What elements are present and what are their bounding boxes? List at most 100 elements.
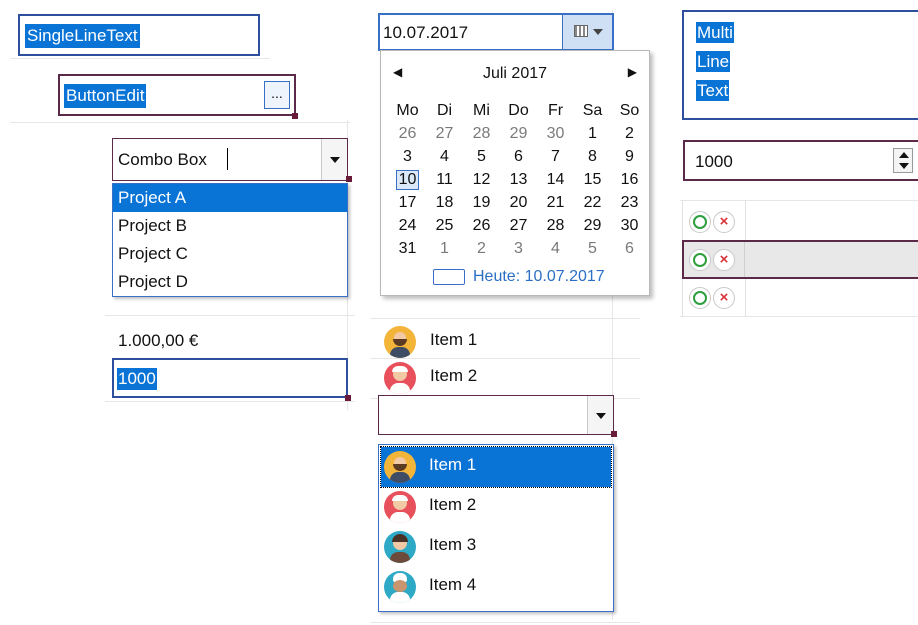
calendar-day[interactable]: 1 <box>426 237 463 260</box>
weekday-label: Mi <box>473 101 490 119</box>
calendar-day[interactable]: 4 <box>537 237 574 260</box>
calendar-day[interactable]: 29 <box>574 214 611 237</box>
numeric-value: 1000 <box>695 152 733 171</box>
numeric-spinner[interactable]: 1000 <box>683 140 918 181</box>
calendar-day[interactable]: 28 <box>463 122 500 145</box>
calendar-day[interactable]: 3 <box>389 145 426 168</box>
item-combo-box[interactable] <box>378 395 614 435</box>
multiline-text-input[interactable]: Multi Line Text <box>682 10 918 120</box>
calendar-day[interactable]: 27 <box>426 122 463 145</box>
combo-option[interactable]: Project A <box>113 184 347 212</box>
calendar-day[interactable]: 12 <box>463 168 500 191</box>
ellipsis-label: ... <box>271 85 283 101</box>
calendar-day[interactable]: 2 <box>611 122 648 145</box>
calendar-day[interactable]: 9 <box>611 145 648 168</box>
calendar-day[interactable]: 21 <box>537 191 574 214</box>
calendar-day[interactable]: 6 <box>500 145 537 168</box>
calendar-day[interactable]: 27 <box>500 214 537 237</box>
chevron-down-icon <box>593 29 603 35</box>
calendar-day[interactable]: 26 <box>463 214 500 237</box>
reject-toggle-icon[interactable]: × <box>713 249 735 271</box>
calendar-day[interactable]: 25 <box>426 214 463 237</box>
currency-edit-input[interactable]: 1000 <box>112 358 348 398</box>
grid-line <box>10 58 270 59</box>
currency-edit-value: 1000 <box>117 368 157 390</box>
reject-toggle-icon[interactable]: × <box>713 287 735 309</box>
spin-up-icon[interactable] <box>899 152 909 158</box>
calendar-day-selected[interactable]: 10 <box>389 168 426 191</box>
month-label: Juli 2017 <box>482 65 548 82</box>
reject-toggle-icon[interactable]: × <box>713 211 735 233</box>
item-combo-option[interactable]: Item 3 <box>381 527 611 567</box>
calendar-day[interactable]: 30 <box>611 214 648 237</box>
list-item[interactable]: Item 1 <box>382 322 612 362</box>
grid-line <box>370 622 640 623</box>
item-combo-option-label: Item 1 <box>429 455 477 474</box>
button-edit-input[interactable]: ButtonEdit ... <box>58 74 296 116</box>
text-caret <box>227 148 228 170</box>
toggle-divider <box>745 279 746 317</box>
calendar-day[interactable]: 4 <box>426 145 463 168</box>
calendar-day[interactable]: 7 <box>537 145 574 168</box>
calendar-day[interactable]: 19 <box>463 191 500 214</box>
avatar-man-beard-icon <box>384 451 416 483</box>
item-combo-option-label: Item 3 <box>429 535 477 554</box>
calendar-day[interactable]: 20 <box>500 191 537 214</box>
accept-toggle-icon[interactable] <box>689 287 711 309</box>
item-list: Item 1 Item 2 <box>382 322 612 402</box>
calendar-dropdown-button[interactable] <box>562 15 612 49</box>
calendar-day[interactable]: 5 <box>574 237 611 260</box>
calendar-popup: ◀ Juli 2017 ▶ Mo Di Mi Do Fr Sa So 26 27… <box>380 50 650 296</box>
calendar-day[interactable]: 26 <box>389 122 426 145</box>
next-month-button[interactable]: ▶ <box>628 65 637 79</box>
combo-option[interactable]: Project D <box>113 268 347 296</box>
calendar-day[interactable]: 24 <box>389 214 426 237</box>
toggle-row: × <box>682 201 918 241</box>
accept-toggle-icon[interactable] <box>689 211 711 233</box>
date-input[interactable]: 10.07.2017 <box>378 13 614 51</box>
resize-marker <box>292 113 298 119</box>
resize-marker <box>346 176 352 182</box>
today-button[interactable]: Heute: 10.07.2017 <box>433 267 633 289</box>
spinner-buttons[interactable] <box>893 148 913 173</box>
toggle-divider <box>744 242 745 277</box>
calendar-day[interactable]: 28 <box>537 214 574 237</box>
item-combo-option[interactable]: Item 4 <box>381 567 611 607</box>
weekday-label: Mo <box>396 101 419 119</box>
weekday-label: Sa <box>582 101 603 119</box>
calendar-day[interactable]: 13 <box>500 168 537 191</box>
combo-option[interactable]: Project C <box>113 240 347 268</box>
accept-toggle-icon[interactable] <box>689 249 711 271</box>
calendar-day[interactable]: 16 <box>611 168 648 191</box>
combo-option[interactable]: Project B <box>113 212 347 240</box>
chevron-down-icon <box>596 413 606 419</box>
combo-box[interactable]: Combo Box <box>112 138 348 181</box>
calendar-day[interactable]: 15 <box>574 168 611 191</box>
avatar-man-beard-icon <box>384 326 416 358</box>
calendar-day[interactable]: 5 <box>463 145 500 168</box>
calendar-day[interactable]: 18 <box>426 191 463 214</box>
calendar-day[interactable]: 3 <box>500 237 537 260</box>
button-edit-ellipsis-button[interactable]: ... <box>264 81 290 109</box>
combo-dropdown-button[interactable] <box>321 139 347 180</box>
calendar-day[interactable]: 22 <box>574 191 611 214</box>
calendar-day[interactable]: 14 <box>537 168 574 191</box>
calendar-day[interactable]: 29 <box>500 122 537 145</box>
grid-line <box>370 318 640 319</box>
item-combo-dropdown-button[interactable] <box>587 396 613 434</box>
item-combo-option[interactable]: Item 1 <box>380 446 612 488</box>
calendar-day[interactable]: 1 <box>574 122 611 145</box>
calendar-day[interactable]: 23 <box>611 191 648 214</box>
calendar-day[interactable]: 2 <box>463 237 500 260</box>
calendar-day[interactable]: 31 <box>389 237 426 260</box>
calendar-day[interactable]: 17 <box>389 191 426 214</box>
calendar-day[interactable]: 30 <box>537 122 574 145</box>
calendar-day[interactable]: 6 <box>611 237 648 260</box>
calendar-day[interactable]: 11 <box>426 168 463 191</box>
toggle-divider <box>745 201 746 241</box>
spin-down-icon[interactable] <box>899 163 909 169</box>
calendar-day[interactable]: 8 <box>574 145 611 168</box>
item-combo-option[interactable]: Item 2 <box>381 487 611 527</box>
single-line-text-input[interactable]: SingleLineText <box>18 14 260 56</box>
list-item-label: Item 2 <box>430 366 478 385</box>
